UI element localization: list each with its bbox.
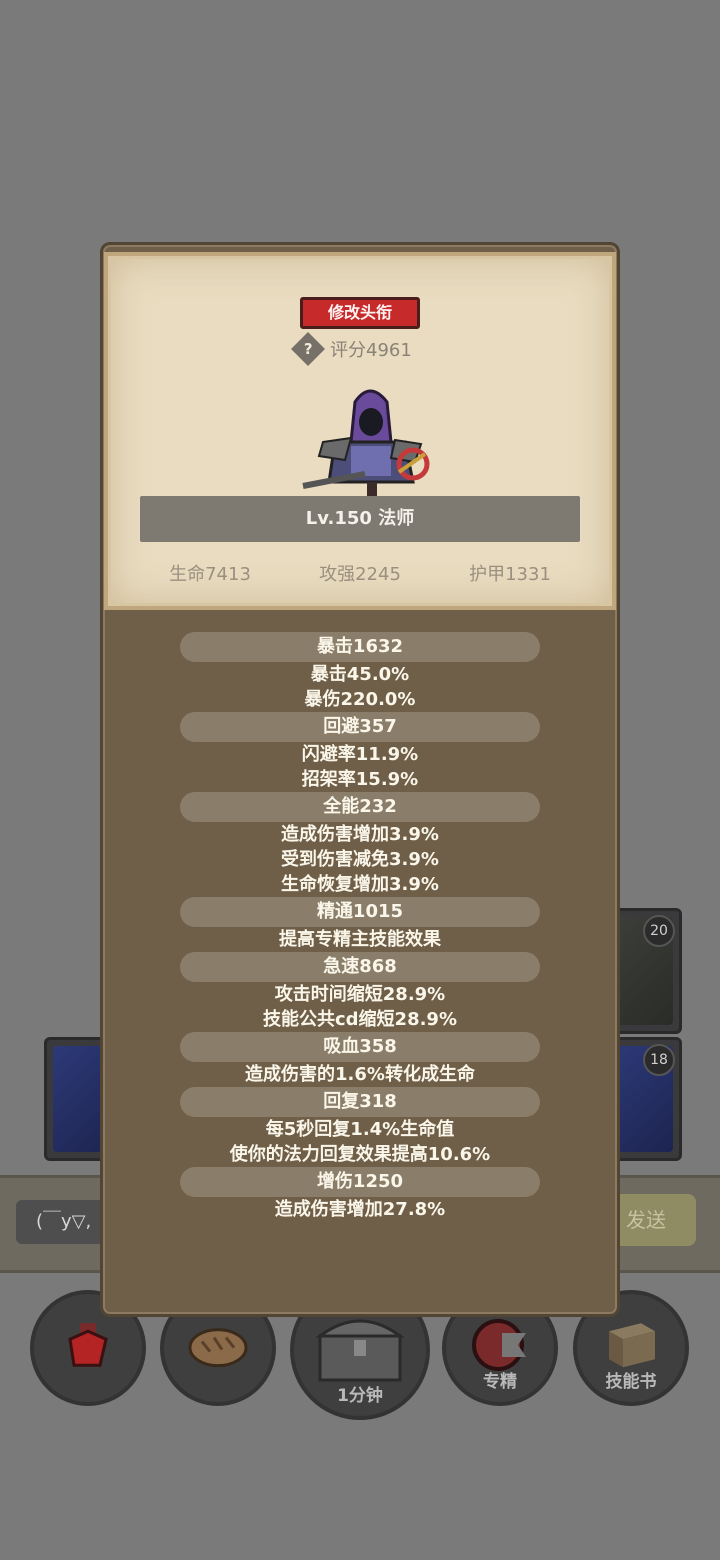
stat-header: 暴击1632 (180, 632, 540, 662)
stat-detail: 闪避率11.9% (301, 744, 419, 765)
stat-group-mastery: 精通1015 提高专精主技能效果 (180, 897, 540, 952)
stat-header: 回复318 (180, 1087, 540, 1117)
stat-group-lifesteal: 吸血358 造成伤害的1.6%转化成生命 (180, 1032, 540, 1087)
potion-icon (68, 1323, 108, 1367)
stat-detail: 使你的法力回复效果提高10.6% (229, 1144, 491, 1165)
level-class-banner: Lv.150 法师 (140, 496, 580, 542)
stat-group-damage-bonus: 增伤1250 造成伤害增加27.8% (180, 1167, 540, 1222)
stat-header: 精通1015 (180, 897, 540, 927)
stat-detail: 招架率15.9% (301, 769, 419, 790)
stat-header: 回避357 (180, 712, 540, 742)
specialization-label: 专精 (483, 1372, 517, 1392)
stat-detail: 提高专精主技能效果 (279, 929, 441, 950)
stat-group-crit: 暴击1632 暴击45.0% 暴伤220.0% (180, 632, 540, 712)
stat-group-regen: 回复318 每5秒回复1.4%生命值 使你的法力回复效果提高10.6% (180, 1087, 540, 1167)
treasure-chest-icon (315, 1319, 405, 1382)
stat-detail: 生命恢复增加3.9% (281, 874, 439, 895)
specialization-icon (472, 1319, 526, 1371)
mage-character-avatar (302, 389, 430, 496)
stat-header: 急速868 (180, 952, 540, 982)
slot-level-badge: 20 (643, 915, 675, 947)
stat-group-versatility: 全能232 造成伤害增加3.9% 受到伤害减免3.9% 生命恢复增加3.9% (180, 792, 540, 897)
bread-icon (188, 1328, 248, 1368)
stat-detail: 造成伤害的1.6%转化成生命 (245, 1064, 475, 1085)
skill-book-label: 技能书 (605, 1372, 657, 1392)
stat-header: 吸血358 (180, 1032, 540, 1062)
rating-row: ? 评分4961 (291, 332, 412, 366)
armor-stat: 护甲1331 (469, 564, 551, 585)
stat-detail: 每5秒回复1.4%生命值 (265, 1119, 455, 1140)
stat-detail: 暴伤220.0% (304, 689, 416, 710)
stat-header: 增伤1250 (180, 1167, 540, 1197)
edit-title-button[interactable]: 修改头衔 (300, 297, 420, 329)
stat-detail: 暴击45.0% (310, 664, 410, 685)
slot-level-badge: 18 (643, 1044, 675, 1076)
help-icon-glyph: ? (303, 339, 313, 358)
stat-detail: 造成伤害增加27.8% (274, 1199, 446, 1220)
stat-detail: 造成伤害增加3.9% (281, 824, 439, 845)
rating-score: 评分4961 (330, 340, 412, 361)
stat-group-avoidance: 回避357 闪避率11.9% 招架率15.9% (180, 712, 540, 792)
base-stats-row: 生命7413 攻强2245 护甲1331 (140, 560, 580, 586)
health-stat: 生命7413 (169, 564, 251, 585)
secondary-stats-list: 暴击1632 暴击45.0% 暴伤220.0% 回避357 闪避率11.9% 招… (180, 632, 540, 1222)
stat-header: 全能232 (180, 792, 540, 822)
stat-detail: 攻击时间缩短28.9% (274, 984, 446, 1005)
stat-detail: 受到伤害减免3.9% (281, 849, 439, 870)
stat-group-haste: 急速868 攻击时间缩短28.9% 技能公共cd缩短28.9% (180, 952, 540, 1032)
stat-detail: 技能公共cd缩短28.9% (262, 1009, 457, 1030)
skill-book-icon (609, 1323, 655, 1368)
help-icon[interactable]: ? (291, 332, 325, 366)
attack-power-stat: 攻强2245 (319, 564, 401, 585)
chest-timer-label: 1分钟 (337, 1386, 383, 1406)
